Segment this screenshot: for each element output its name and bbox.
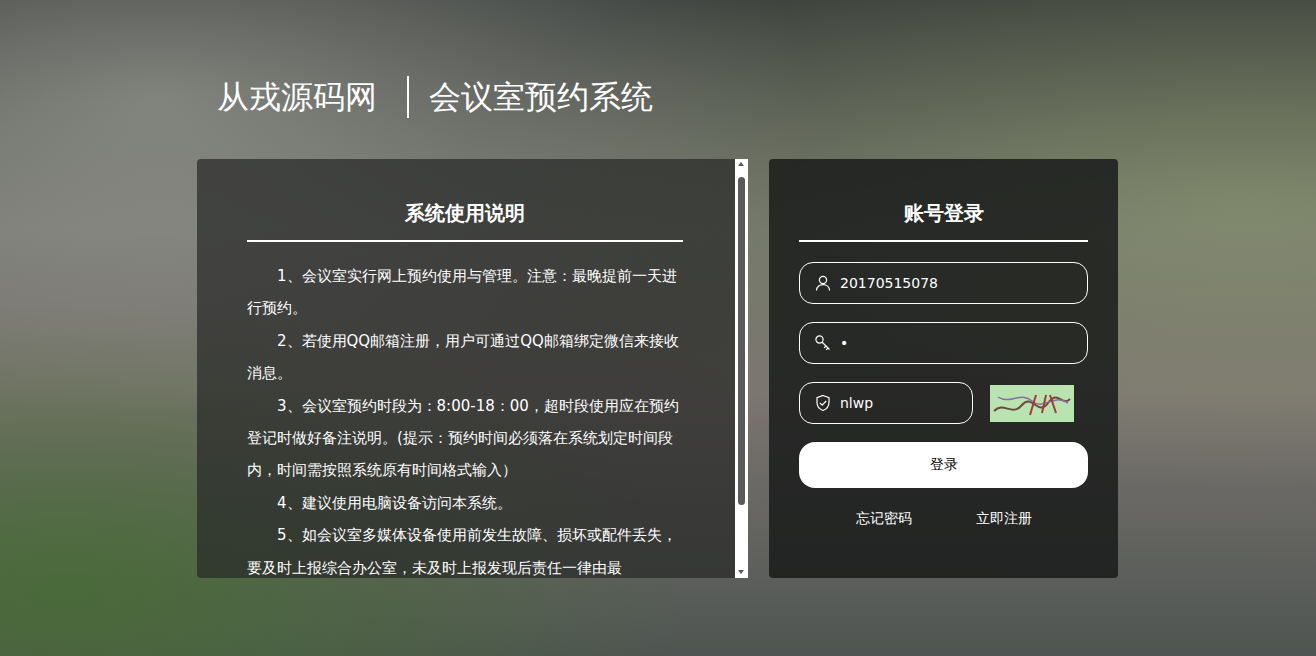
site-name: 从戎源码网: [217, 76, 377, 118]
header-separator: [407, 76, 409, 118]
login-link[interactable]: 立即注册: [976, 510, 1032, 528]
shield-icon: [814, 394, 832, 412]
scroll-up-icon[interactable]: [735, 159, 748, 170]
scroll-track[interactable]: [735, 170, 748, 567]
login-link[interactable]: 忘记密码: [856, 510, 912, 528]
header: 从戎源码网 会议室预约系统: [217, 76, 1316, 118]
scrollbar[interactable]: [735, 159, 748, 578]
password-field[interactable]: •: [799, 322, 1088, 364]
content: 从戎源码网 会议室预约系统系统使用说明 1、会议室实行网上预约使用与管理。注意：最晚…: [0, 0, 1316, 578]
instructions-title: 系统使用说明: [247, 198, 683, 242]
user-icon: [814, 274, 832, 292]
instruction-paragraph: 4、建议使用电脑设备访问本系统。: [247, 487, 683, 519]
instruction-paragraph: 3、会议室预约时段为：8:00-18：00，超时段使用应在预约登记时做好备注说明…: [247, 390, 683, 487]
login-title: 账号登录: [799, 198, 1088, 242]
scroll-down-icon[interactable]: [735, 567, 748, 578]
instruction-paragraph: 2、若使用QQ邮箱注册，用户可通过QQ邮箱绑定微信来接收消息。: [247, 325, 683, 390]
user-field[interactable]: 20170515078: [799, 262, 1088, 304]
scroll-thumb[interactable]: [738, 177, 745, 505]
captcha-row: nlwp: [799, 382, 1088, 424]
panels: 系统使用说明 1、会议室实行网上预约使用与管理。注意：最晚提前一天进行预约。2、若…: [197, 159, 1316, 578]
login-panel: 账号登录 20170515078 • nlwp 登录忘记密码 立即注册: [769, 159, 1118, 578]
captcha-image[interactable]: [990, 385, 1074, 422]
field-value: nlwp: [840, 395, 873, 411]
login-page: 从戎源码网 会议室预约系统系统使用说明 1、会议室实行网上预约使用与管理。注意：最晚…: [0, 0, 1316, 656]
instruction-paragraph: 1、会议室实行网上预约使用与管理。注意：最晚提前一天进行预约。: [247, 260, 683, 325]
login-button[interactable]: 登录: [799, 442, 1088, 488]
captcha-field[interactable]: nlwp: [799, 382, 973, 424]
instructions-panel: 系统使用说明 1、会议室实行网上预约使用与管理。注意：最晚提前一天进行预约。2、若…: [197, 159, 748, 578]
system-name: 会议室预约系统: [429, 76, 653, 118]
field-value: 20170515078: [840, 275, 938, 291]
field-value: •: [840, 335, 848, 351]
key-icon: [814, 334, 832, 352]
instruction-paragraph: 5、如会议室多媒体设备使用前发生故障、损坏或配件丢失，要及时上报综合办公室，未及…: [247, 519, 683, 578]
links: 忘记密码 立即注册: [799, 510, 1088, 528]
instructions-body: 系统使用说明 1、会议室实行网上预约使用与管理。注意：最晚提前一天进行预约。2、若…: [197, 159, 735, 578]
